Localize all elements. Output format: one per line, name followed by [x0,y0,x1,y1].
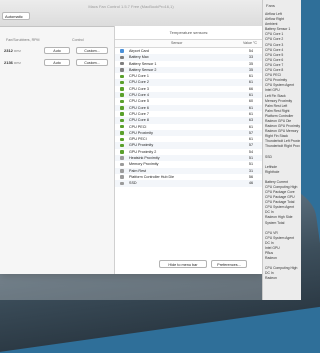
sensor-icon [120,131,124,135]
sensor-icon [120,49,124,53]
sensor-icon [120,80,124,85]
fan-rpm-unit: RPM [14,49,21,53]
window-title: Macs Fan Control 1.5.7 Free (MacBookPro1… [88,4,174,9]
sensor-icon [120,55,124,60]
sensor-sidebar: Fans Airflow Left Airflow Right Ambient Bat… [262,0,301,300]
fan-rpm-header: Fan/Scrubbers, RPM [6,38,40,42]
sensor-icon [120,181,124,186]
sensor-icon [120,150,124,154]
sensor-icon [120,169,124,173]
value-column-header[interactable]: Value °C [243,41,257,45]
sensor-icon [120,87,124,91]
sensor-icon [120,175,124,179]
preset-dropdown[interactable]: Automatic [2,12,30,20]
desktop-bottom-area [0,274,262,300]
sensor-icon [120,93,124,97]
sensor-icon [120,106,124,110]
sensor-icon [120,143,124,148]
fan-rpm-number: 2136 [4,60,13,65]
sensor-icon [120,68,124,72]
sensor-icon [120,61,124,66]
fan-auto-button[interactable]: Auto [44,59,70,66]
fan-row: 2312 RPM Auto Custom... [0,45,114,57]
sensor-icon [120,156,124,160]
fan-rpm-number: 2312 [4,48,13,53]
fan-auto-button[interactable]: Auto [44,47,70,54]
fan-custom-button[interactable]: Custom... [76,47,108,54]
fan-custom-button[interactable]: Custom... [76,59,108,66]
sensor-icon [120,99,124,104]
sensor-name: SSD [129,181,137,186]
fan-row: 2136 RPM Auto Custom... [0,57,114,69]
sidebar-sensor-item: Thunderbolt Right Proximity [265,144,300,149]
sensor-column-header[interactable]: Sensor [171,41,182,45]
fan-control-header: Control [72,38,84,42]
hide-to-menu-bar-button[interactable]: Hide to menu bar [159,260,207,268]
app-window: Macs Fan Control 1.5.7 Free (MacBookPro1… [0,0,263,274]
sidebar-sensor-item: Radeon [265,276,277,281]
sensor-icon [120,162,124,167]
sidebar-title: Fans [266,3,275,8]
sensor-icon [120,112,124,116]
sensor-row[interactable]: SSD 46 [115,180,263,187]
fan-rpm-unit: RPM [14,61,21,65]
fan-rpm-value: 2136 RPM [4,60,21,65]
fan-rpm-value: 2312 RPM [4,48,21,53]
preferences-button[interactable]: Preferences... [211,260,247,268]
sidebar-sensor-list: Airflow Left Airflow Right Ambient Battery … [265,12,300,282]
sensor-panel: Temperature sensors: Sensor Value °C Air… [114,26,263,274]
sensor-icon [120,74,124,79]
sensor-list: Airport Card 54 Battery Max 33 Battery Senso… [115,48,263,187]
sensor-icon [120,118,124,123]
sensor-table-header: Sensor Value °C [115,39,263,48]
sensor-icon [120,137,124,142]
title-bar: Macs Fan Control 1.5.7 Free (MacBookPro1… [0,0,262,27]
sensor-value: 46 [248,181,253,186]
sensor-panel-title: Temperature sensors: [169,30,209,35]
sensor-icon [120,124,124,129]
